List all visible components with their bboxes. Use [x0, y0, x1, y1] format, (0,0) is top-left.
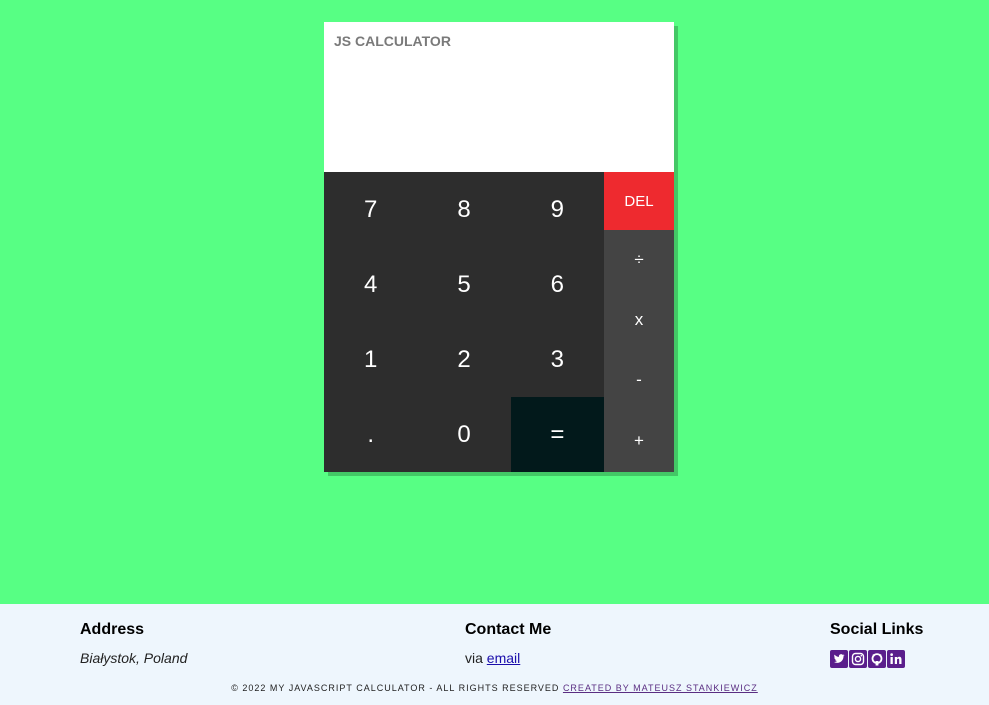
- email-link[interactable]: email: [487, 650, 520, 666]
- calculator-title: JS CALCULATOR: [334, 33, 451, 49]
- add-button[interactable]: +: [604, 410, 674, 472]
- main-area: JS CALCULATOR 7 8 9 4 5 6 1 2 3 . 0 = DE…: [0, 0, 989, 604]
- footer-contact-section: Contact Me via email: [465, 621, 551, 666]
- key-7[interactable]: 7: [324, 172, 417, 247]
- address-text: Białystok, Poland: [80, 650, 188, 666]
- contact-prefix: via: [465, 650, 487, 666]
- divide-button[interactable]: ÷: [604, 230, 674, 290]
- key-decimal[interactable]: .: [324, 397, 417, 472]
- social-heading: Social Links: [830, 621, 924, 638]
- footer-address-section: Address Białystok, Poland: [80, 621, 187, 666]
- key-1[interactable]: 1: [324, 322, 417, 397]
- footer: Address Białystok, Poland Contact Me via…: [0, 604, 989, 705]
- footer-social-section: Social Links: [830, 621, 923, 668]
- calculator-display: JS CALCULATOR: [324, 22, 674, 172]
- social-icons: [830, 650, 923, 668]
- instagram-icon[interactable]: [849, 650, 867, 668]
- delete-button[interactable]: DEL: [604, 172, 674, 230]
- credit-link[interactable]: CREATED BY MATEUSZ STANKIEWICZ: [563, 683, 758, 693]
- keypad: 7 8 9 4 5 6 1 2 3 . 0 = DEL ÷ x - +: [324, 172, 674, 472]
- key-4[interactable]: 4: [324, 247, 417, 322]
- copyright-text: © 2022 MY JAVASCRIPT CALCULATOR - ALL RI…: [231, 683, 563, 693]
- multiply-button[interactable]: x: [604, 290, 674, 350]
- twitter-icon[interactable]: [830, 650, 848, 668]
- operator-column: DEL ÷ x - +: [604, 172, 674, 472]
- copyright-line: © 2022 MY JAVASCRIPT CALCULATOR - ALL RI…: [0, 683, 989, 693]
- contact-line: via email: [465, 650, 551, 666]
- contact-heading: Contact Me: [465, 621, 552, 638]
- digit-keypad: 7 8 9 4 5 6 1 2 3 . 0 =: [324, 172, 604, 472]
- key-3[interactable]: 3: [511, 322, 604, 397]
- linkedin-icon[interactable]: [887, 650, 905, 668]
- github-icon[interactable]: [868, 650, 886, 668]
- key-2[interactable]: 2: [417, 322, 510, 397]
- key-0[interactable]: 0: [417, 397, 510, 472]
- calculator: JS CALCULATOR 7 8 9 4 5 6 1 2 3 . 0 = DE…: [324, 22, 674, 472]
- key-6[interactable]: 6: [511, 247, 604, 322]
- key-9[interactable]: 9: [511, 172, 604, 247]
- key-5[interactable]: 5: [417, 247, 510, 322]
- address-heading: Address: [80, 621, 145, 638]
- equals-button[interactable]: =: [510, 397, 604, 472]
- key-8[interactable]: 8: [417, 172, 510, 247]
- subtract-button[interactable]: -: [604, 350, 674, 410]
